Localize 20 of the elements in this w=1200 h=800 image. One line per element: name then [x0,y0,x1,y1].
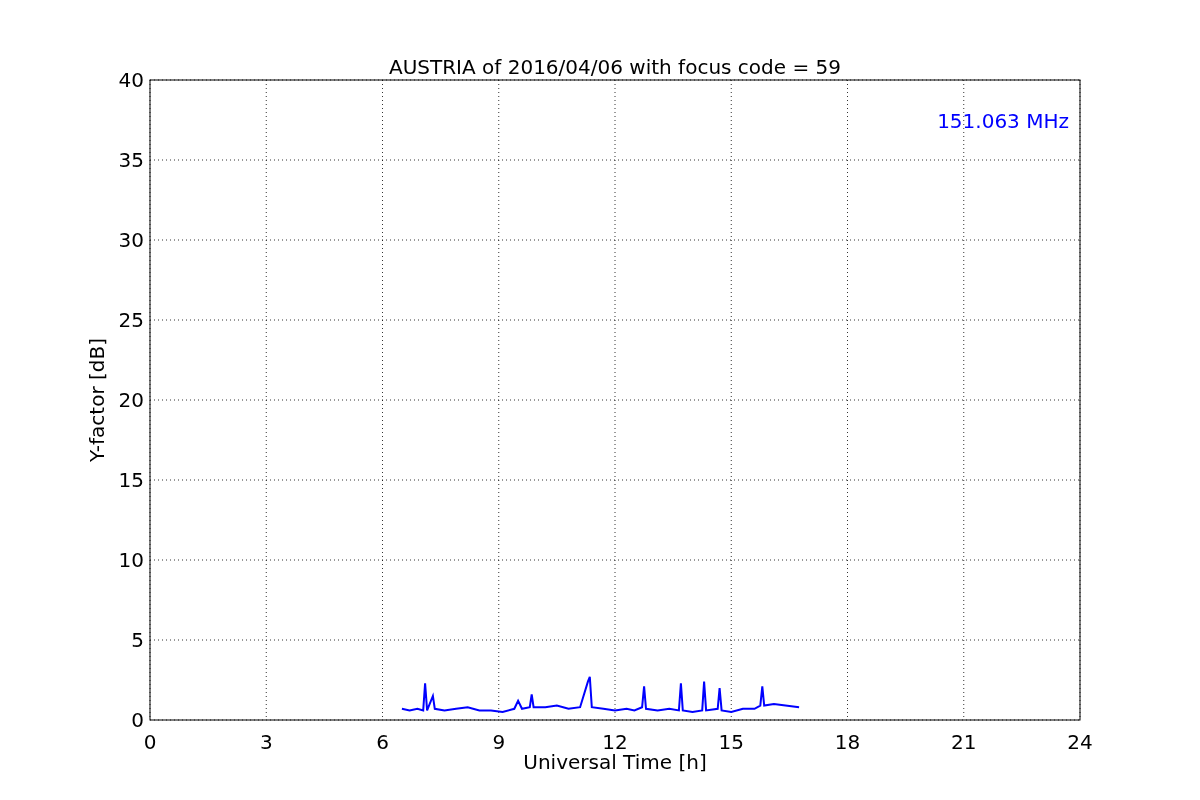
x-tick-label: 9 [492,730,506,754]
x-tick-label: 15 [718,730,744,754]
x-tick-label: 24 [1067,730,1093,754]
frequency-label: 151.063 MHz [937,109,1069,133]
x-tick-label: 3 [259,730,273,754]
y-tick-label: 10 [118,548,144,572]
y-tick-label: 5 [131,628,144,652]
y-tick-label: 15 [118,468,144,492]
x-tick-label: 18 [834,730,861,754]
y-tick-label: 0 [131,708,144,732]
y-tick-label: 20 [118,388,144,412]
y-tick-label: 25 [118,308,144,332]
y-axis-label: Y-factor [dB] [85,338,109,462]
chart-title: AUSTRIA of 2016/04/06 with focus code = 59 [389,55,841,79]
y-tick-label: 30 [118,228,144,252]
x-tick-label: 0 [143,730,157,754]
x-tick-label: 21 [951,730,977,754]
y-tick-label: 40 [118,68,144,92]
x-tick-label: 6 [376,730,389,754]
y-tick-label: 35 [118,148,144,172]
